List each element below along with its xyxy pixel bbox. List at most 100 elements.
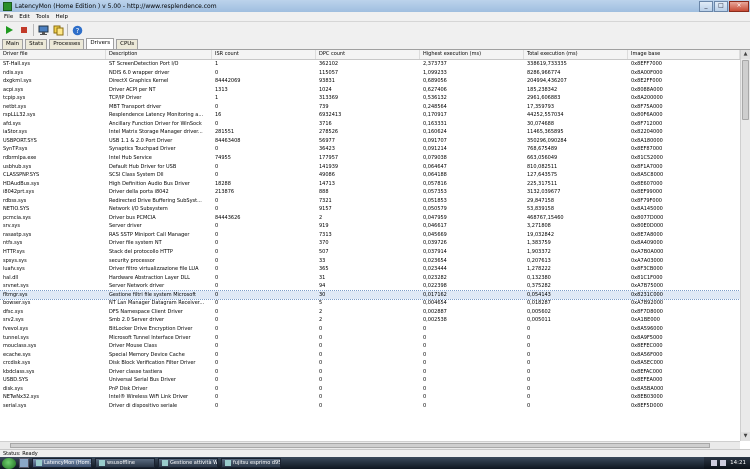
maximize-button[interactable]: □ [714,1,728,12]
table-row[interactable]: fltmgr.sys Gestione filtri file system Mi… [0,289,740,301]
cell-highest-execution: 0,057816 [423,180,447,187]
column-header-total-execution[interactable]: Total execution (ms) [524,50,628,59]
table-row[interactable]: HDAudBus.sys High Definition Audio Bus Dr… [0,180,740,189]
cell-isr-count: 1313 [215,86,228,93]
cell-description: TCP/IP Driver [109,95,142,102]
column-header-description[interactable]: Description [106,50,212,59]
play-icon[interactable] [3,24,15,36]
table-row[interactable]: rasastp.sys RAS SSTP Miniport Call Manage… [0,231,740,240]
horizontal-scroll-thumb[interactable] [10,443,710,448]
table-row[interactable]: serial.sys Driver di dispositivo seriale 0… [0,402,740,411]
table-row[interactable]: kbdclass.sys Driver classe tastiera 0 0 0 0 0x… [0,368,740,377]
network-icon[interactable] [711,460,718,466]
cell-image-base: 0x8F3CB000 [631,266,663,273]
menu-help[interactable]: Help [55,14,68,20]
taskbar-item[interactable]: fujitsu esprimo d95... [221,458,281,468]
horizontal-scrollbar[interactable] [0,441,740,449]
table-row[interactable]: USBPORT.SYS USB 1.1 & 2.0 Port Driver 8446… [0,137,740,146]
table-row[interactable]: ST-Hall.sys ST ScreenDetection Port I/O 1 3… [0,60,740,69]
cell-total-execution: 29,847158 [527,197,555,204]
cell-driver-file: hal.dll [3,274,19,281]
column-header-dpc-count[interactable]: DPC count [316,50,420,59]
cell-driver-file: iaStor.sys [3,129,28,136]
table-row[interactable]: luafv.sys Driver filtro virtualizzazione … [0,265,740,274]
table-row[interactable]: rdbss.sys Redirected Drive Buffering SubS… [0,197,740,206]
tab-main[interactable]: Main [2,39,24,49]
table-row[interactable]: netbt.sys MBT Transport driver 0 739 0,24856… [0,103,740,112]
quick-launch-icon[interactable] [19,458,29,468]
table-row[interactable]: fvevol.sys BitLocker Drive Encryption Dri… [0,325,740,334]
table-row[interactable]: bowser.sys NT Lan Manager Datagram Receiv… [0,299,740,308]
vertical-scrollbar[interactable]: ▲ ▼ [740,50,750,441]
cell-driver-file: i8042prt.sys [3,189,35,196]
table-row[interactable]: disk.sys PnP Disk Driver 0 0 0 0 0x8A5BA000 [0,385,740,394]
table-row[interactable]: usbhub.sys Default Hub Driver for USB 0 141… [0,163,740,172]
cell-description: Server Network driver [109,283,165,290]
table-row[interactable]: i8042prt.sys Driver della porta i8042 2138… [0,188,740,197]
table-row[interactable]: pcmcia.sys Driver bus PCMCIA 84443626 2 0,04… [0,214,740,223]
scroll-thumb[interactable] [742,60,749,120]
stop-icon[interactable] [18,24,30,36]
table-row[interactable]: ecache.sys Special Memory Device Cache 0 0 0… [0,351,740,360]
cell-image-base: 0x80F6A000 [631,112,663,119]
tab-stats[interactable]: Stats [25,39,48,49]
table-row[interactable]: spsys.sys security processor 0 33 0,023654 0,… [0,257,740,266]
monitor-icon[interactable] [37,24,49,36]
cell-highest-execution: 0,163331 [423,120,447,127]
column-header-isr-count[interactable]: ISR count [212,50,316,59]
table-row[interactable]: dxgkrnl.sys DirectX Graphics Kernel 844420… [0,77,740,86]
minimize-button[interactable]: _ [699,1,713,12]
column-header-highest-execution[interactable]: Highest execution (ms) [420,50,524,59]
table-row[interactable]: hal.dll Hardware Abstraction Layer DLL 0 31… [0,274,740,283]
table-row[interactable]: srv2.sys Smb 2.0 Server driver 0 2 0,002538 0… [0,316,740,325]
taskbar-item[interactable]: Gestione attività Wi... [158,458,218,468]
tab-cpus[interactable]: CPUs [116,39,139,49]
table-row[interactable]: iaStor.sys Intel Matrix Storage Manager d… [0,128,740,137]
table-row[interactable]: tcpip.sys TCP/IP Driver 1 313369 0,536132 296… [0,94,740,103]
cell-total-execution: 1,383759 [527,240,551,247]
table-row[interactable]: USBD.SYS Universal Serial Bus Driver 0 0 0 0 0… [0,376,740,385]
copy-icon[interactable] [52,24,64,36]
scroll-up-arrow-icon[interactable]: ▲ [741,50,750,59]
cell-image-base: 0x8A180000 [631,137,663,144]
cell-description: Driver Mouse Class [109,343,157,350]
table-row[interactable]: NETIO.SYS Network I/O Subsystem 0 9157 0,050… [0,205,740,214]
taskbar-item[interactable]: LatencyMon (Hom... [32,458,92,468]
cell-driver-file: crcdisk.sys [3,360,31,367]
table-row[interactable]: srv.sys Server driver 0 919 0,046617 3,271808… [0,222,740,231]
start-button[interactable] [2,457,16,469]
table-row[interactable]: rspLLL32.sys Resplendence Latency Monitor… [0,111,740,120]
table-row[interactable]: crcdisk.sys Disk Block Verification Filte… [0,359,740,368]
table-row[interactable]: HTTP.sys Stack del protocollo HTTP 0 507 0,0… [0,248,740,257]
menu-file[interactable]: File [4,14,13,20]
cell-driver-file: rspLLL32.sys [3,112,36,119]
table-row[interactable]: ntfs.sys Driver file system NT 0 370 0,03972… [0,239,740,248]
scroll-down-arrow-icon[interactable]: ▼ [741,432,750,441]
cell-image-base: 0x8A00F000 [631,69,663,76]
tab-drivers[interactable]: Drivers [86,38,115,49]
volume-icon[interactable] [720,460,727,466]
cell-isr-count: 0 [215,360,219,367]
cell-driver-file: USBPORT.SYS [3,137,37,144]
column-header-image-base[interactable]: Image base [628,50,740,59]
help-icon[interactable]: ? [71,24,83,36]
taskbar-item[interactable]: wsusoffline [95,458,155,468]
table-row[interactable]: dfsc.sys DFS Namespace Client Driver 0 2 0,0… [0,308,740,317]
table-row[interactable]: NETwNx32.sys Intel® Wireless WiFi Link Dr… [0,393,740,402]
table-row[interactable]: acpi.sys Driver ACPI per NT 1313 1024 0,6274… [0,86,740,95]
table-row[interactable]: CLASSPNP.SYS SCSI Class System Dll 0 49086 0… [0,171,740,180]
close-button[interactable]: × [729,1,749,12]
tab-processes[interactable]: Processes [49,39,85,49]
clock[interactable]: 14:21 [730,460,746,466]
table-row[interactable]: rdbrmlpa.exe Intel Hub Service 74955 177957… [0,154,740,163]
table-row[interactable]: ndis.sys NDIS 6.0 wrapper driver 0 115057 1,… [0,69,740,78]
column-header-driver-file[interactable]: Driver file [0,50,106,59]
table-row[interactable]: srvnet.sys Server Network driver 0 94 0,0223… [0,282,740,291]
menu-edit[interactable]: Edit [19,14,30,20]
cell-total-execution: 0,005011 [527,317,551,324]
table-row[interactable]: SynTP.sys Synaptics Touchpad Driver 0 36423… [0,145,740,154]
menu-tools[interactable]: Tools [36,14,50,20]
table-row[interactable]: tunnel.sys Microsoft Tunnel Interface Dri… [0,334,740,343]
table-row[interactable]: mouclass.sys Driver Mouse Class 0 0 0 0 0x8EFE… [0,342,740,351]
table-row[interactable]: afd.sys Ancillary Function Driver for Win… [0,120,740,129]
